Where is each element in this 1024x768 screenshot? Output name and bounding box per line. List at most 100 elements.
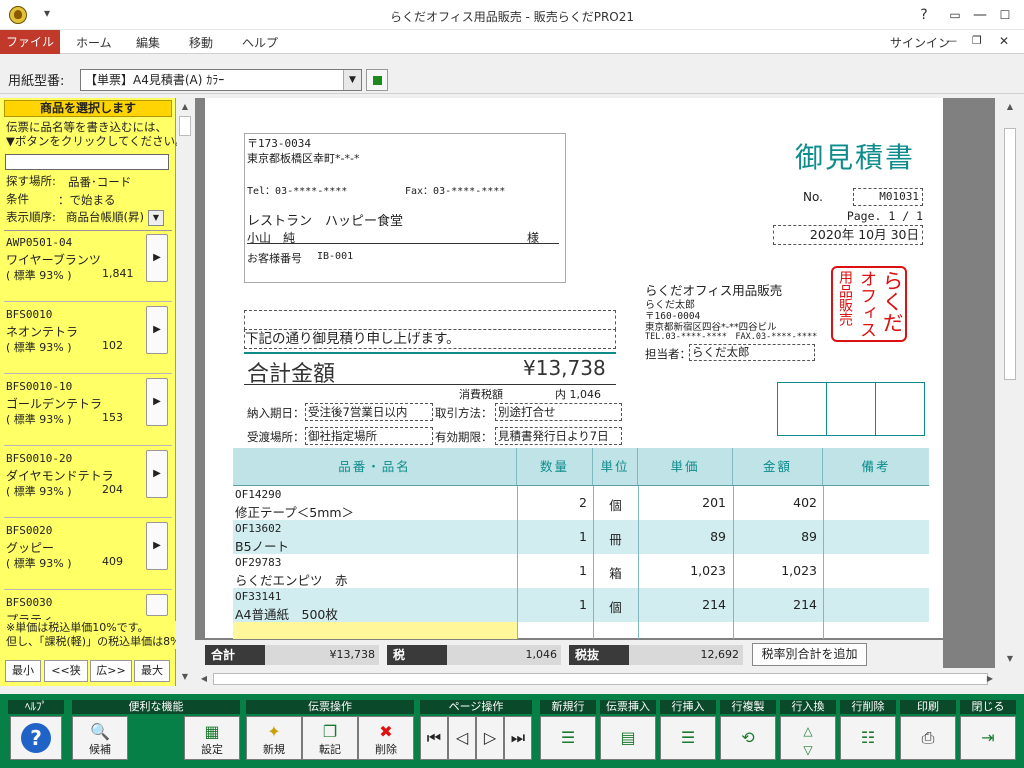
scroll-right-icon[interactable]: ▶ — [983, 672, 997, 686]
scroll-left-icon[interactable]: ◀ — [197, 672, 211, 686]
order-dropdown-icon[interactable]: ▼ — [148, 210, 164, 226]
product-item[interactable]: BFS0020 グッピー ( 標準 93% ) 409 ▶ — [4, 520, 172, 590]
product-name: ゴールデンテトラ — [6, 397, 103, 411]
delete-row-button[interactable]: ☷ — [840, 716, 896, 760]
last-page-button[interactable]: ⏭ — [504, 716, 532, 760]
new-slip-button[interactable]: ✦ 新規 — [246, 716, 302, 760]
width-min-button[interactable]: 最小 — [5, 660, 41, 682]
staff-field[interactable]: らくだ太郎 — [689, 344, 815, 361]
menu-home[interactable]: ホーム — [76, 34, 112, 51]
order-label: 表示順序: — [6, 210, 56, 224]
insert-product-arrow-icon[interactable]: ▶ — [146, 378, 168, 426]
help-button[interactable]: ? — [10, 716, 62, 760]
help-icon[interactable]: ? — [913, 6, 935, 24]
new-line-button[interactable]: ☰ — [540, 716, 596, 760]
product-item[interactable]: BFS0010-20 ダイヤモンドテトラ ( 標準 93% ) 204 ▶ — [4, 448, 172, 518]
validity-field[interactable]: 見積書発行日より7日 — [495, 427, 622, 445]
insert-product-arrow-icon[interactable]: ▶ — [146, 306, 168, 354]
col-price: 単価 — [638, 448, 733, 485]
copy-slip-button[interactable]: ❐ 転記 — [302, 716, 358, 760]
duplicate-row-button[interactable]: ⟲ — [720, 716, 776, 760]
close-app-button[interactable]: ⇥ — [960, 716, 1016, 760]
next-page-button[interactable]: ▷ — [476, 716, 504, 760]
product-rate: ( 標準 93% ) — [6, 413, 72, 426]
suggest-button[interactable]: 🔍 候補 — [72, 716, 128, 760]
table-row[interactable]: OF14290 修正テープ＜5mm＞ 2 個 201 402 — [233, 486, 929, 520]
row-price: 201 — [702, 495, 726, 510]
document-scrollbar[interactable]: ▲ ▼ — [1000, 98, 1020, 668]
first-page-button[interactable]: ⏮ — [420, 716, 448, 760]
maximize-button[interactable]: ☐ — [994, 6, 1016, 24]
menu-file[interactable]: ファイル — [0, 30, 60, 54]
order-value[interactable]: 商品台帳順(昇) — [66, 210, 146, 225]
table-row[interactable]: OF13602 B5ノート 1 冊 89 89 — [233, 520, 929, 554]
insert-row-button[interactable]: ☰ — [660, 716, 716, 760]
menu-edit[interactable]: 編集 — [136, 34, 160, 51]
ribbon-display-icon[interactable]: ▭ — [944, 6, 966, 24]
settings-button[interactable]: ▦ 設定 — [184, 716, 240, 760]
product-item[interactable]: AWP0501-04 ワイヤーブランツ ( 標準 93% ) 1,841 ▶ — [4, 232, 172, 302]
place-field[interactable]: 御社指定場所 — [305, 427, 433, 445]
insert-product-arrow-icon[interactable]: ▶ — [146, 450, 168, 498]
scroll-up-icon[interactable]: ▲ — [178, 100, 192, 114]
paper-apply-button[interactable] — [366, 69, 388, 91]
add-tax-breakdown-button[interactable]: 税率別合計を追加 — [752, 643, 867, 666]
sidebar-note: ※単価は税込単価10%です。 但し、「課税(軽)」の税込単価は8% — [6, 621, 176, 649]
width-max-button[interactable]: 最大 — [134, 660, 170, 682]
scroll-thumb[interactable] — [179, 116, 191, 136]
insert-slip-group-label: 伝票挿入 — [600, 700, 656, 714]
print-button[interactable]: ⎙ — [900, 716, 956, 760]
menu-help[interactable]: ヘルプ — [242, 34, 278, 51]
insert-product-arrow-icon[interactable]: ▶ — [146, 234, 168, 282]
table-row[interactable]: OF33141 A4普通紙 500枚 1 個 214 214 — [233, 588, 929, 622]
prev-page-button[interactable]: ◁ — [448, 716, 476, 760]
delete-row-icon: ☷ — [860, 728, 876, 747]
hscroll-thumb[interactable] — [213, 673, 988, 685]
insert-product-arrow-icon[interactable] — [146, 594, 168, 616]
product-item[interactable]: BFS0010-10 ゴールデンテトラ ( 標準 93% ) 153 ▶ — [4, 376, 172, 446]
minimize-button[interactable]: — — [969, 6, 991, 24]
signin-link[interactable]: サインイン — [890, 34, 950, 51]
product-item[interactable]: BFS0010 ネオンテトラ ( 標準 93% ) 102 ▶ — [4, 304, 172, 374]
insert-slip-button[interactable]: ▤ — [600, 716, 656, 760]
product-rate: ( 標準 93% ) — [6, 269, 72, 282]
active-input-cell[interactable] — [233, 622, 517, 639]
payment-field[interactable]: 別途打合せ — [495, 403, 622, 421]
scroll-down-icon[interactable]: ▼ — [178, 670, 192, 684]
new-sparkle-icon: ✦ — [267, 722, 281, 741]
width-narrow-button[interactable]: <<狭 — [44, 660, 88, 682]
scroll-thumb[interactable] — [1004, 128, 1016, 380]
message-blank-field[interactable] — [244, 310, 616, 330]
delete-slip-button[interactable]: ✖ 削除 — [358, 716, 414, 760]
product-item[interactable]: BFS0030 プラティ — [4, 592, 172, 620]
row-name: B5ノート — [235, 539, 290, 554]
quick-access-dropdown-icon[interactable]: ▾ — [44, 6, 50, 20]
scroll-down-icon[interactable]: ▼ — [1003, 652, 1017, 666]
sidebar-scrollbar[interactable]: ▲ ▼ — [177, 98, 193, 686]
ribbon-restore-icon[interactable]: ❐ — [972, 34, 982, 47]
ribbon-minimize-icon[interactable]: — — [946, 34, 957, 47]
document-hscrollbar[interactable]: ◀ ▶ — [195, 670, 1000, 688]
search-place-value[interactable]: 品番･コード — [68, 175, 131, 190]
menu-move[interactable]: 移動 — [189, 34, 213, 51]
product-name: ダイヤモンドテトラ — [6, 469, 114, 483]
table-row[interactable]: OF29783 らくだエンピツ 赤 1 箱 1,023 1,023 — [233, 554, 929, 588]
document-close-icon[interactable]: ✕ — [999, 34, 1009, 48]
customer-address: 東京都板橋区幸町*-*-* — [247, 152, 360, 165]
insert-row-group-label: 行挿入 — [660, 700, 716, 714]
swap-row-button[interactable]: △ ▽ — [780, 716, 836, 760]
camel-app-icon[interactable] — [9, 6, 27, 24]
paper-type-select[interactable]: 【単票】A4見積書(A) ｶﾗｰ ▼ — [80, 69, 362, 91]
scroll-up-icon[interactable]: ▲ — [1003, 100, 1017, 114]
product-code: BFS0020 — [6, 524, 53, 537]
settings-label: 設定 — [201, 743, 223, 756]
doc-date[interactable]: 2020年 10月 30日 — [773, 225, 923, 245]
delivery-field[interactable]: 受注後7営業日以内 — [305, 403, 433, 421]
width-wide-button[interactable]: 広>> — [90, 660, 132, 682]
chevron-down-icon[interactable]: ▼ — [343, 70, 361, 90]
condition-value[interactable]: ：で始まる — [58, 193, 116, 208]
insert-product-arrow-icon[interactable]: ▶ — [146, 522, 168, 570]
product-search-input[interactable] — [5, 154, 169, 170]
message-field[interactable]: 下記の通り御見積り申し上げます。 — [244, 329, 616, 349]
doc-no-value[interactable]: M01031 — [853, 188, 923, 206]
